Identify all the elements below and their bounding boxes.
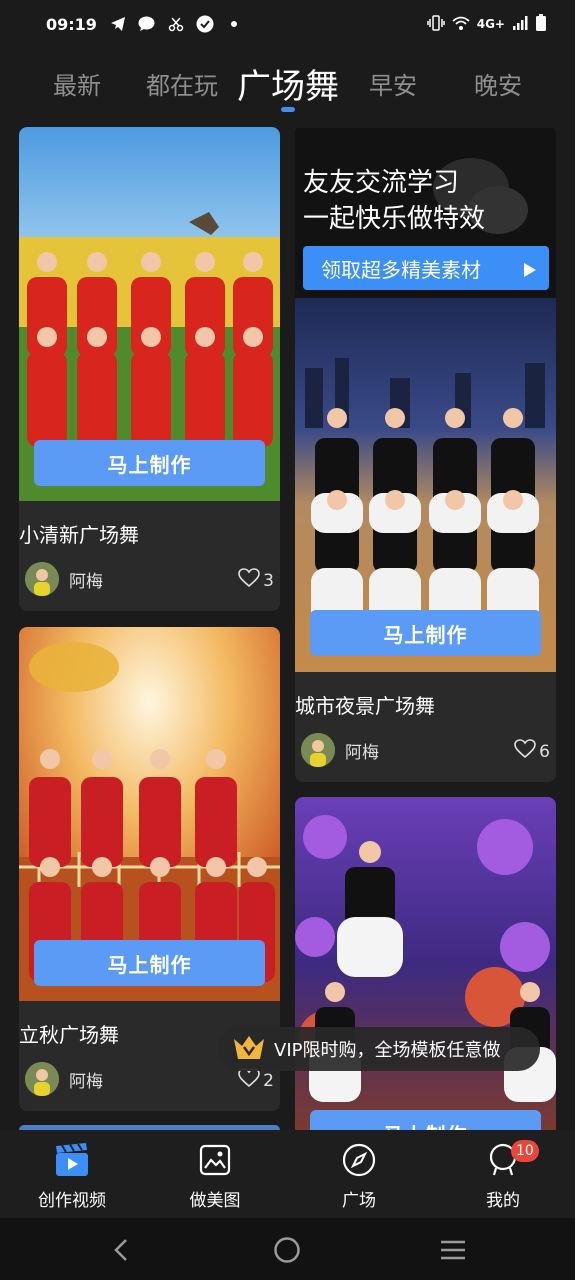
crown-icon — [232, 1033, 266, 1066]
check-circle-icon — [196, 15, 214, 33]
status-bar: 09:19 4G+ — [0, 0, 575, 48]
home-button[interactable] — [267, 1232, 307, 1272]
card-author[interactable]: 阿梅 — [25, 562, 103, 596]
vip-promo-banner[interactable]: VIP限时购，全场模板任意做 — [218, 1027, 540, 1071]
promo-line-2: 一起快乐做特效 — [303, 204, 486, 234]
menu-lines-icon — [439, 1238, 467, 1266]
video-clapper-icon — [54, 1142, 90, 1182]
card-title: 小清新广场舞 — [19, 523, 139, 547]
heart-icon[interactable] — [514, 739, 536, 764]
signal-icon — [512, 15, 528, 34]
author-name: 阿梅 — [69, 1071, 103, 1092]
template-thumbnail[interactable] — [295, 797, 556, 1130]
like-number: 6 — [539, 741, 550, 762]
back-icon — [111, 1238, 131, 1266]
network-type: 4G+ — [476, 17, 505, 31]
scissors-icon — [167, 15, 185, 33]
nav-label: 创作视频 — [38, 1191, 106, 1211]
nav-square[interactable]: 广场 — [299, 1130, 419, 1218]
avatar — [25, 1062, 59, 1096]
author-name: 阿梅 — [69, 571, 103, 592]
like-count[interactable]: 6 — [514, 739, 550, 764]
bottom-navigation: 创作视频 做美图 广场 我的 10 — [0, 1130, 575, 1218]
image-icon — [197, 1142, 233, 1182]
active-tab-indicator — [281, 107, 295, 112]
card-title: 城市夜景广场舞 — [295, 694, 435, 718]
like-number: 3 — [263, 570, 274, 591]
heart-icon[interactable] — [238, 568, 260, 593]
get-materials-button[interactable]: 领取超多精美素材 — [303, 246, 549, 290]
card-title: 立秋广场舞 — [19, 1023, 119, 1047]
tab-latest[interactable]: 最新 — [40, 56, 114, 110]
like-count[interactable]: 3 — [238, 568, 274, 593]
heart-icon[interactable] — [238, 1068, 260, 1093]
nav-label: 广场 — [342, 1191, 376, 1211]
template-card[interactable]: 马上制作 — [295, 797, 556, 1130]
make-now-button[interactable]: 马上制作 — [34, 940, 265, 986]
system-navigation-bar — [0, 1218, 575, 1280]
play-arrow-icon — [523, 259, 537, 283]
nav-label: 做美图 — [189, 1191, 241, 1211]
make-now-button[interactable]: 马上制作 — [310, 610, 541, 656]
compass-icon — [341, 1142, 377, 1182]
telegram-icon — [109, 15, 127, 33]
wifi-icon — [452, 15, 470, 34]
promo-banner[interactable]: 友友交流学习 一起快乐做特效 领取超多精美素材 — [295, 128, 556, 298]
make-now-button[interactable]: 马上制作 — [34, 440, 265, 486]
avatar — [25, 562, 59, 596]
notification-icons — [109, 15, 243, 33]
avatar — [301, 733, 335, 767]
vip-promo-text: VIP限时购，全场模板任意做 — [274, 1040, 501, 1061]
like-number: 2 — [263, 1070, 274, 1091]
nav-create-video[interactable]: 创作视频 — [12, 1130, 132, 1218]
card-author[interactable]: 阿梅 — [25, 1062, 103, 1096]
tab-good-morning[interactable]: 早安 — [358, 56, 428, 110]
back-button[interactable] — [101, 1232, 141, 1272]
get-materials-label: 领取超多精美素材 — [321, 257, 481, 282]
status-time: 09:19 — [46, 14, 97, 34]
make-now-button[interactable]: 马上制作 — [310, 1110, 541, 1130]
recents-button[interactable] — [433, 1232, 473, 1272]
battery-icon — [535, 13, 547, 35]
system-indicators: 4G+ — [426, 13, 547, 35]
card-author[interactable]: 阿梅 — [301, 733, 379, 767]
tab-everyone-playing[interactable]: 都在玩 — [140, 56, 224, 110]
author-name: 阿梅 — [345, 742, 379, 763]
dot-icon — [225, 15, 243, 33]
promo-line-1: 友友交流学习 — [303, 168, 460, 198]
vibrate-icon — [426, 14, 445, 34]
template-card[interactable]: 马上制作 小清新广场舞 阿梅 3 — [19, 127, 280, 611]
nav-make-image[interactable]: 做美图 — [155, 1130, 275, 1218]
nav-label: 我的 — [486, 1191, 520, 1211]
notification-badge: 10 — [511, 1140, 539, 1162]
home-circle-icon — [273, 1236, 301, 1268]
tab-square-dance[interactable]: 广场舞 — [232, 56, 344, 110]
nav-profile[interactable]: 我的 10 — [443, 1130, 563, 1218]
message-icon — [138, 15, 156, 33]
tab-good-night[interactable]: 晚安 — [462, 56, 534, 110]
like-count[interactable]: 2 — [238, 1068, 274, 1093]
template-card[interactable]: 马上制作 城市夜景广场舞 阿梅 6 — [295, 298, 556, 782]
